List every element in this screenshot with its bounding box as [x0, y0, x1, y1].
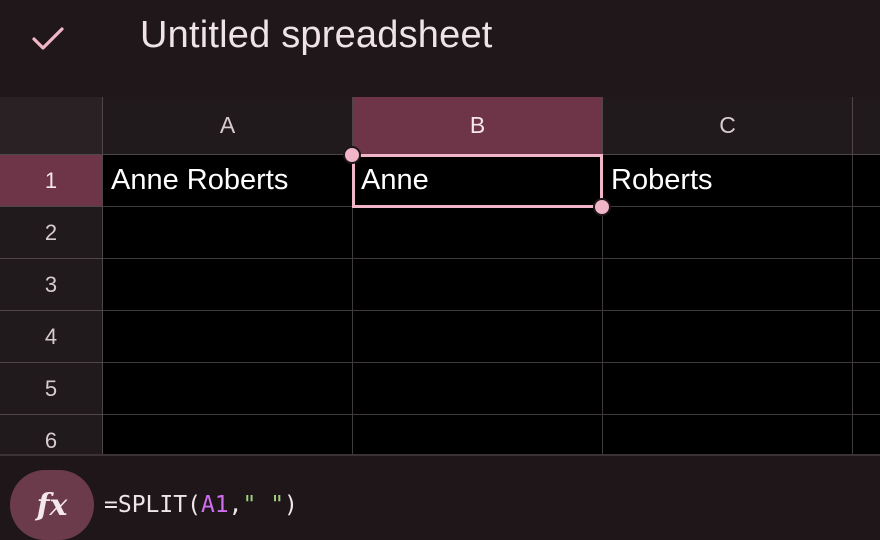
row-header-4[interactable]: 4	[0, 311, 103, 363]
row-header-1[interactable]: 1	[0, 155, 103, 207]
row-header-5[interactable]: 5	[0, 363, 103, 415]
cell-a4[interactable]	[103, 311, 353, 363]
cell-a1[interactable]: Anne Roberts	[103, 155, 353, 207]
column-header-d[interactable]	[853, 97, 880, 155]
formula-comma: ,	[228, 492, 243, 518]
formula-suffix: )	[284, 492, 298, 518]
selection-handle-bottom-right[interactable]	[593, 198, 611, 216]
selection-handle-top-left[interactable]	[343, 146, 361, 164]
done-button[interactable]	[20, 18, 76, 60]
cell-b2[interactable]	[353, 207, 603, 259]
column-header-c[interactable]: C	[603, 97, 853, 155]
row-header-6[interactable]: 6	[0, 415, 103, 454]
cell-d3[interactable]	[853, 259, 880, 311]
formula-cell-reference: A1	[200, 492, 229, 518]
cell-b5[interactable]	[353, 363, 603, 415]
cell-c1[interactable]: Roberts	[603, 155, 853, 207]
app-bar: Untitled spreadsheet	[0, 0, 880, 97]
cell-c6[interactable]	[603, 415, 853, 454]
cell-a2[interactable]	[103, 207, 353, 259]
checkmark-icon	[32, 27, 64, 50]
row-header-3[interactable]: 3	[0, 259, 103, 311]
cell-b6[interactable]	[353, 415, 603, 454]
cell-d4[interactable]	[853, 311, 880, 363]
cell-a6[interactable]	[103, 415, 353, 454]
spreadsheet-title[interactable]: Untitled spreadsheet	[140, 14, 493, 57]
function-icon: fx	[36, 487, 68, 523]
formula-string-argument: " "	[242, 492, 285, 518]
cell-a3[interactable]	[103, 259, 353, 311]
cell-d2[interactable]	[853, 207, 880, 259]
column-header-a[interactable]: A	[103, 97, 353, 155]
function-button[interactable]: fx	[10, 470, 94, 540]
row-header-2[interactable]: 2	[0, 207, 103, 259]
cell-c4[interactable]	[603, 311, 853, 363]
select-all-corner[interactable]	[0, 97, 103, 155]
column-header-b[interactable]: B	[353, 97, 603, 155]
cell-c3[interactable]	[603, 259, 853, 311]
cell-b4[interactable]	[353, 311, 603, 363]
cell-d5[interactable]	[853, 363, 880, 415]
cell-d1[interactable]	[853, 155, 880, 207]
cell-c2[interactable]	[603, 207, 853, 259]
spreadsheet-grid: A B C 1 Anne Roberts Anne Roberts 2 3 4 …	[0, 97, 880, 454]
cell-d6[interactable]	[853, 415, 880, 454]
formula-input[interactable]: =SPLIT(A1," ")	[104, 492, 298, 518]
formula-bar: fx =SPLIT(A1," ")	[0, 454, 880, 540]
cell-c5[interactable]	[603, 363, 853, 415]
formula-prefix: =SPLIT(	[104, 492, 201, 518]
cell-b1[interactable]: Anne	[353, 155, 603, 207]
cell-a5[interactable]	[103, 363, 353, 415]
cell-b3[interactable]	[353, 259, 603, 311]
